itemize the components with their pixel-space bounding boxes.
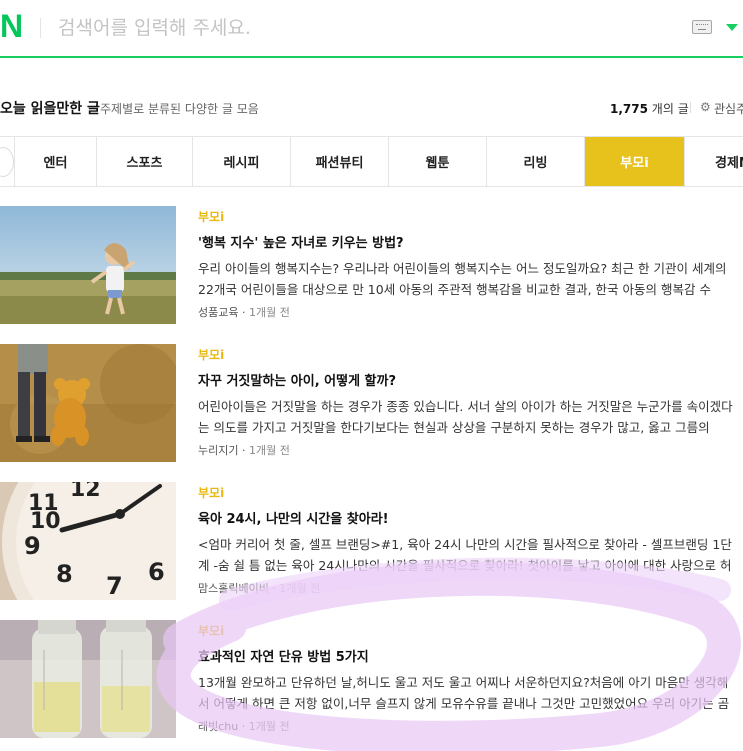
- article-thumbnail-teddy-bear[interactable]: [0, 344, 176, 462]
- keyboard-icon[interactable]: [692, 20, 712, 34]
- tab-enter[interactable]: 엔터: [14, 137, 96, 186]
- tab-living[interactable]: 리빙: [486, 137, 584, 186]
- article-meta: 맘스홀릭베이비 · 1개월 전: [198, 582, 321, 595]
- article-category[interactable]: 부모i: [198, 346, 224, 363]
- section-subtitle: 주제별로 분류된 다양한 글 모음: [100, 102, 259, 116]
- article-source[interactable]: 래빗chu: [198, 720, 238, 733]
- tab-economy[interactable]: 경제M: [684, 137, 743, 186]
- svg-text:7: 7: [106, 572, 123, 600]
- dropdown-arrow-icon[interactable]: [726, 24, 738, 31]
- section-title: 오늘 읽을만한 글: [0, 101, 100, 117]
- article-category[interactable]: 부모i: [198, 208, 224, 225]
- article-item[interactable]: 부모i 자꾸 거짓말하는 아이, 어떻게 할까? 어린아이들은 거짓말을 하는 …: [0, 344, 743, 464]
- article-meta: 성품교육 · 1개월 전: [198, 306, 290, 319]
- interest-settings-link[interactable]: 관심주: [714, 100, 743, 117]
- tabs-prev-button[interactable]: [0, 147, 14, 177]
- tab-recipe[interactable]: 레시피: [192, 137, 290, 186]
- search-bar: N: [0, 0, 743, 58]
- category-tabs: 엔터 스포츠 레시피 패션뷰티 웹툰 리빙 부모i 경제M: [0, 136, 743, 187]
- article-title[interactable]: 자꾸 거짓말하는 아이, 어떻게 할까?: [198, 370, 396, 389]
- gear-icon[interactable]: ⚙: [700, 101, 711, 113]
- article-time: 1개월 전: [248, 306, 290, 319]
- svg-text:12: 12: [70, 482, 101, 502]
- article-thumbnail-baby-bottles[interactable]: [0, 620, 176, 738]
- article-time: 1개월 전: [248, 720, 290, 733]
- article-description[interactable]: <엄마 커리어 첫 줄, 셀프 브랜딩>#1, 육아 24시 나만의 시간을 필…: [198, 534, 733, 576]
- search-input[interactable]: [58, 12, 618, 44]
- divider: [690, 102, 691, 113]
- article-item[interactable]: 11 12 10 9 8 7 6 부모i 육아 24시, 나만의 시간을 찾아라…: [0, 482, 743, 602]
- section-header: 오늘 읽을만한 글 주제별로 분류된 다양한 글 모음 1,775 개의 글 ⚙…: [0, 96, 743, 120]
- svg-text:6: 6: [148, 558, 165, 586]
- article-source[interactable]: 누리지기: [198, 444, 238, 457]
- tab-webtoon[interactable]: 웹툰: [388, 137, 486, 186]
- svg-text:10: 10: [30, 509, 61, 534]
- article-category[interactable]: 부모i: [198, 484, 224, 501]
- article-description[interactable]: 어린아이들은 거짓말을 하는 경우가 종종 있습니다. 서너 살의 아이가 하는…: [198, 396, 733, 438]
- divider: [40, 18, 41, 38]
- article-item[interactable]: 부모i '행복 지수' 높은 자녀로 키우는 방법? 우리 아이들의 행복지수는…: [0, 206, 743, 326]
- tab-parenting[interactable]: 부모i: [584, 137, 684, 186]
- article-category[interactable]: 부모i: [198, 622, 224, 639]
- article-thumbnail-clock[interactable]: 11 12 10 9 8 7 6: [0, 482, 176, 600]
- svg-text:8: 8: [56, 560, 73, 588]
- article-description[interactable]: 13개월 완모하고 단유하던 날,허니도 울고 저도 울고 어찌나 서운하던지요…: [198, 672, 733, 714]
- article-source[interactable]: 맘스홀릭베이비: [198, 582, 269, 595]
- article-count-number: 1,775: [610, 102, 648, 116]
- article-count-suffix: 개의 글: [651, 102, 689, 116]
- article-title[interactable]: '행복 지수' 높은 자녀로 키우는 방법?: [198, 232, 404, 251]
- article-description[interactable]: 우리 아이들의 행복지수는? 우리나라 어린이들의 행복지수는 어느 정도일까요…: [198, 258, 733, 300]
- article-title[interactable]: 효과적인 자연 단유 방법 5가지: [198, 646, 369, 665]
- svg-text:9: 9: [24, 532, 41, 560]
- article-time: 1개월 전: [248, 444, 290, 457]
- article-time: 1개월 전: [279, 582, 321, 595]
- naver-logo[interactable]: N: [0, 8, 23, 44]
- tab-fashion-beauty[interactable]: 패션뷰티: [290, 137, 388, 186]
- article-meta: 누리지기 · 1개월 전: [198, 444, 290, 457]
- article-item[interactable]: 부모i 효과적인 자연 단유 방법 5가지 13개월 완모하고 단유하던 날,허…: [0, 620, 743, 740]
- article-source[interactable]: 성품교육: [198, 306, 238, 319]
- article-thumbnail-child-running[interactable]: [0, 206, 176, 324]
- article-meta: 래빗chu · 1개월 전: [198, 720, 290, 733]
- article-count: 1,775 개의 글: [610, 100, 689, 117]
- article-title[interactable]: 육아 24시, 나만의 시간을 찾아라!: [198, 508, 389, 527]
- tab-sports[interactable]: 스포츠: [96, 137, 192, 186]
